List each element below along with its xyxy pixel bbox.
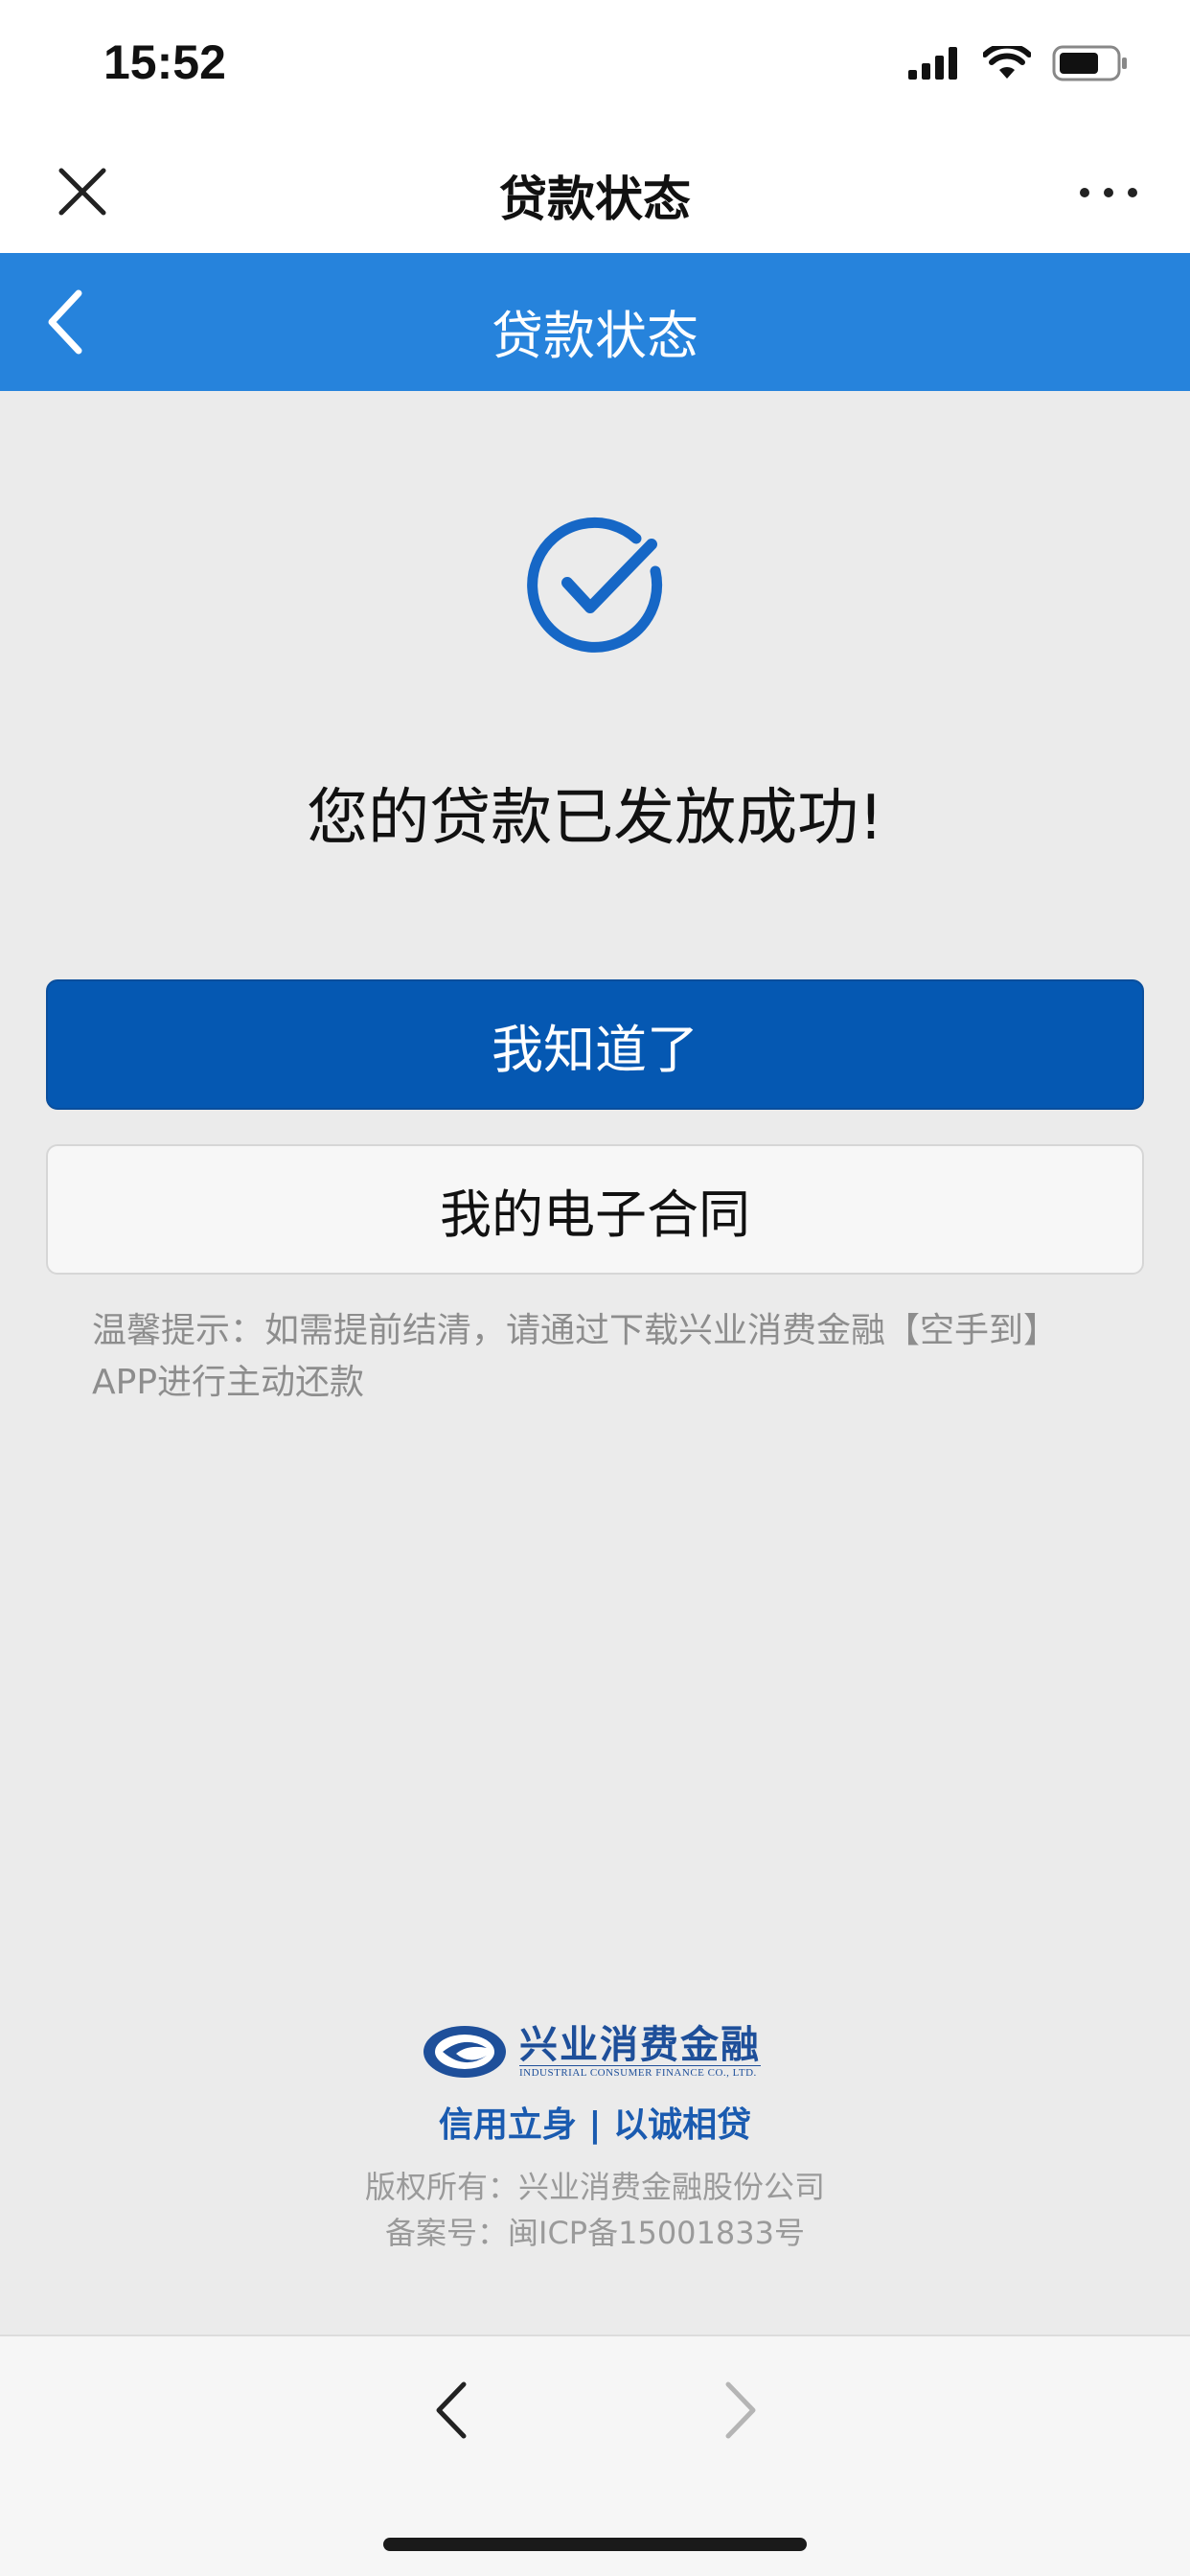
- status-time: 15:52: [103, 35, 226, 89]
- nav-title: 贷款状态: [499, 172, 691, 227]
- browser-bottom-bar: [0, 2334, 1190, 2576]
- logo-english-name: INDUSTRIAL CONSUMER FINANCE CO., LTD.: [519, 2064, 761, 2080]
- logo-chinese-name: 兴业消费金融: [519, 2021, 761, 2067]
- browser-nav-bar: 贷款状态: [0, 134, 1190, 253]
- status-bar: 15:52: [0, 0, 1190, 134]
- e-contract-button-label: 我的电子合同: [440, 1184, 750, 1245]
- acknowledge-button[interactable]: 我知道了: [46, 979, 1144, 1110]
- tip-line-2: APP进行主动还款: [92, 1363, 365, 1402]
- success-message: 您的贷款已发放成功!: [307, 783, 883, 854]
- logo-text: 兴业消费金融 INDUSTRIAL CONSUMER FINANCE CO., …: [519, 2021, 761, 2080]
- company-logo-icon: [423, 2026, 506, 2078]
- acknowledge-button-label: 我知道了: [492, 1019, 698, 1080]
- page-header: 贷款状态: [0, 253, 1190, 391]
- company-logo: 兴业消费金融 INDUSTRIAL CONSUMER FINANCE CO., …: [422, 2020, 768, 2083]
- signal-icon: [908, 47, 957, 80]
- forward-chevron-icon[interactable]: [721, 2379, 763, 2442]
- header-title: 贷款状态: [492, 306, 698, 366]
- home-indicator: [383, 2538, 807, 2551]
- tip-text: 温馨提示：如需提前结清，请通过下载兴业消费金融【空手到】 APP进行主动还款: [92, 1305, 1108, 1409]
- icp-text: 备案号：闽ICP备15001833号: [385, 2215, 805, 2251]
- battery-icon: [1052, 45, 1127, 81]
- copyright-text: 版权所有：兴业消费金融股份公司: [364, 2169, 825, 2205]
- tip-line-1: 温馨提示：如需提前结清，请通过下载兴业消费金融【空手到】: [92, 1311, 1059, 1350]
- wifi-icon: [983, 46, 1031, 79]
- back-chevron-icon[interactable]: [429, 2379, 471, 2442]
- slogan: 信用立身 | 以诚相贷: [438, 2105, 752, 2145]
- copyright-block: 版权所有：兴业消费金融股份公司 备案号：闽ICP备15001833号: [0, 2164, 1190, 2256]
- check-circle-icon: [527, 517, 663, 653]
- e-contract-button[interactable]: 我的电子合同: [46, 1144, 1144, 1275]
- more-icon[interactable]: [1075, 169, 1142, 217]
- status-icons: [908, 44, 1129, 82]
